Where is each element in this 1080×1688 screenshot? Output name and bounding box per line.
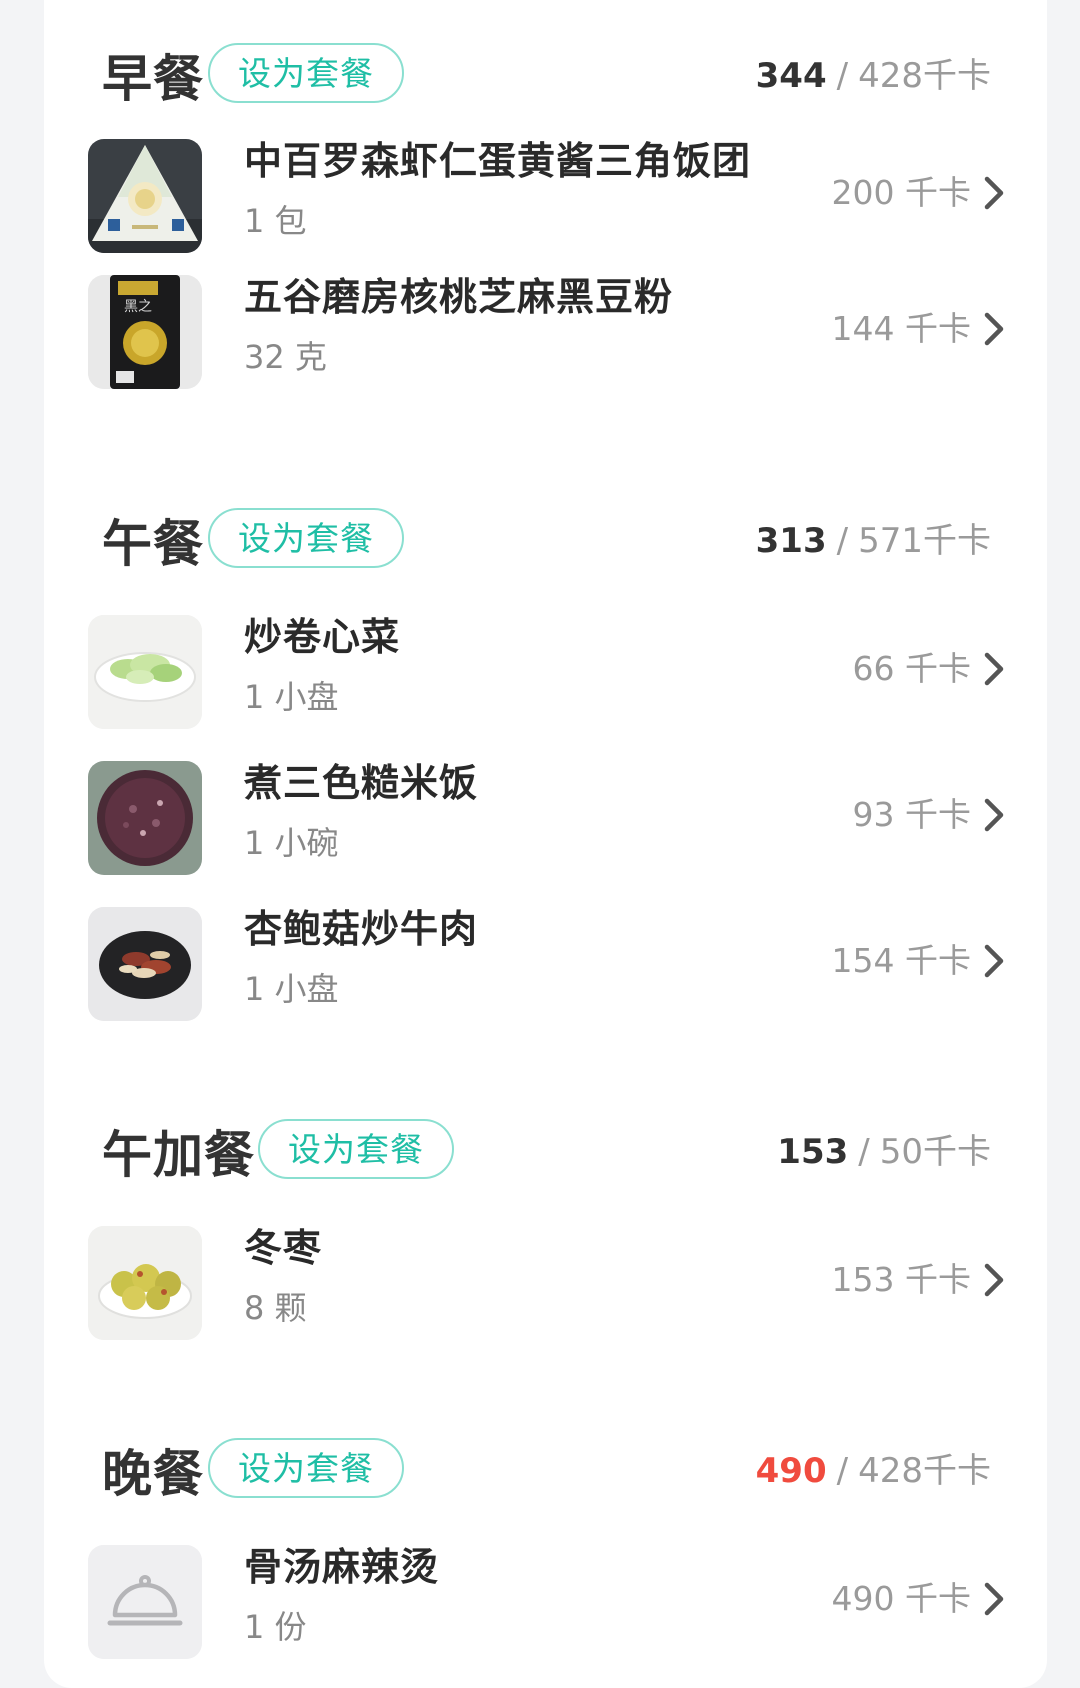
food-amount: 1 小盘 — [244, 970, 339, 1008]
food-amount: 1 包 — [244, 202, 307, 240]
food-thumbnail — [88, 907, 202, 1021]
food-name: 杏鲍菇炒牛肉 — [244, 907, 479, 951]
chevron-right-icon — [984, 798, 1004, 832]
food-calories-value: 154 千卡 — [831, 941, 971, 980]
food-item[interactable]: 骨汤麻辣烫 1 份 490 千卡 — [44, 1545, 1047, 1661]
rice-ball-package-image — [88, 139, 202, 253]
food-name: 中百罗森虾仁蛋黄酱三角饭团 — [244, 139, 752, 183]
chevron-right-icon — [984, 1582, 1004, 1616]
chevron-right-icon — [984, 652, 1004, 686]
meal-title: 午加餐 — [102, 1126, 255, 1184]
food-item[interactable]: 炒卷心菜 1 小盘 66 千卡 — [44, 615, 1047, 731]
food-amount: 1 份 — [244, 1608, 307, 1646]
food-calories-value: 200 千卡 — [831, 173, 971, 212]
set-as-combo-button[interactable]: 设为套餐 — [258, 1119, 454, 1179]
food-thumbnail — [88, 139, 202, 253]
set-as-combo-button[interactable]: 设为套餐 — [208, 1438, 404, 1498]
calories-target: 571千卡 — [858, 521, 991, 561]
food-calories: 93 千卡 — [853, 789, 1005, 841]
food-name: 煮三色糙米饭 — [244, 761, 479, 805]
food-thumbnail — [88, 615, 202, 729]
food-amount: 1 小盘 — [244, 678, 339, 716]
king-oyster-mushroom-beef-image — [88, 907, 202, 1021]
food-cloche-icon — [88, 1545, 202, 1659]
food-calories: 153 千卡 — [832, 1254, 1005, 1306]
set-as-combo-button[interactable]: 设为套餐 — [208, 508, 404, 568]
food-name: 冬枣 — [244, 1226, 323, 1270]
calories-eaten-over-target: 490 — [755, 1451, 827, 1491]
calories-eaten: 344 — [755, 56, 827, 96]
food-calories-value: 93 千卡 — [852, 795, 971, 834]
calories-separator: / — [858, 1132, 870, 1172]
calories-separator: / — [836, 56, 849, 96]
winter-jujubes-image — [88, 1226, 202, 1340]
food-item[interactable]: 煮三色糙米饭 1 小碗 93 千卡 — [44, 761, 1047, 877]
calories-separator: / — [836, 521, 849, 561]
svg-text:黑之: 黑之 — [124, 299, 152, 315]
meal-title: 晚餐 — [102, 1445, 204, 1503]
food-name: 骨汤麻辣烫 — [244, 1545, 440, 1589]
food-thumbnail: 黑之 — [88, 275, 202, 389]
food-calories-value: 144 千卡 — [831, 309, 971, 348]
chevron-right-icon — [984, 944, 1004, 978]
food-amount: 1 小碗 — [244, 824, 339, 862]
food-thumbnail — [88, 1545, 202, 1659]
meal-header: 早餐 设为套餐 344/428千卡 — [44, 38, 1047, 120]
meal-calorie-summary: 313/571千卡 — [756, 503, 991, 579]
food-calories: 490 千卡 — [832, 1573, 1005, 1625]
food-name: 五谷磨房核桃芝麻黑豆粉 — [244, 275, 674, 319]
food-thumbnail — [88, 1226, 202, 1340]
meal-title: 早餐 — [102, 50, 204, 108]
calories-target: 50千卡 — [879, 1132, 991, 1172]
food-amount: 32 克 — [244, 338, 327, 376]
chevron-right-icon — [984, 312, 1004, 346]
meal-header: 午餐 设为套餐 313/571千卡 — [44, 503, 1047, 585]
chevron-right-icon — [984, 176, 1004, 210]
food-amount: 8 颗 — [244, 1289, 307, 1327]
meal-header: 午加餐 设为套餐 153/50千卡 — [44, 1114, 1047, 1196]
meal-log-card: 早餐 设为套餐 344/428千卡 中百罗森虾仁蛋黄酱三角饭团 1 包 200 … — [44, 0, 1047, 1688]
food-item[interactable]: 中百罗森虾仁蛋黄酱三角饭团 1 包 200 千卡 — [44, 139, 1047, 255]
food-item[interactable]: 冬枣 8 颗 153 千卡 — [44, 1226, 1047, 1342]
food-name: 炒卷心菜 — [244, 615, 401, 659]
black-bean-powder-package-image: 黑之 — [88, 275, 202, 389]
calories-target: 428千卡 — [858, 1451, 991, 1491]
meal-calorie-summary: 490/428千卡 — [756, 1433, 991, 1509]
calories-separator: / — [836, 1451, 849, 1491]
calories-eaten: 313 — [755, 521, 827, 561]
food-calories: 66 千卡 — [853, 643, 1005, 695]
meal-header: 晚餐 设为套餐 490/428千卡 — [44, 1433, 1047, 1515]
meal-calorie-summary: 344/428千卡 — [756, 38, 991, 114]
meal-title: 午餐 — [102, 515, 204, 573]
food-calories: 200 千卡 — [832, 167, 1005, 219]
food-calories: 154 千卡 — [832, 935, 1005, 987]
food-calories-value: 66 千卡 — [852, 649, 971, 688]
food-item[interactable]: 黑之 五谷磨房核桃芝麻黑豆粉 32 克 144 千卡 — [44, 275, 1047, 391]
food-item[interactable]: 杏鲍菇炒牛肉 1 小盘 154 千卡 — [44, 907, 1047, 1023]
tricolor-brown-rice-image — [88, 761, 202, 875]
chevron-right-icon — [984, 1263, 1004, 1297]
food-calories-value: 490 千卡 — [831, 1579, 971, 1618]
food-thumbnail — [88, 761, 202, 875]
meal-calorie-summary: 153/50千卡 — [777, 1114, 991, 1190]
set-as-combo-button[interactable]: 设为套餐 — [208, 43, 404, 103]
calories-target: 428千卡 — [858, 56, 991, 96]
calories-eaten: 153 — [777, 1132, 849, 1172]
stir-fried-cabbage-image — [88, 615, 202, 729]
food-calories: 144 千卡 — [832, 303, 1005, 355]
food-calories-value: 153 千卡 — [831, 1260, 971, 1299]
